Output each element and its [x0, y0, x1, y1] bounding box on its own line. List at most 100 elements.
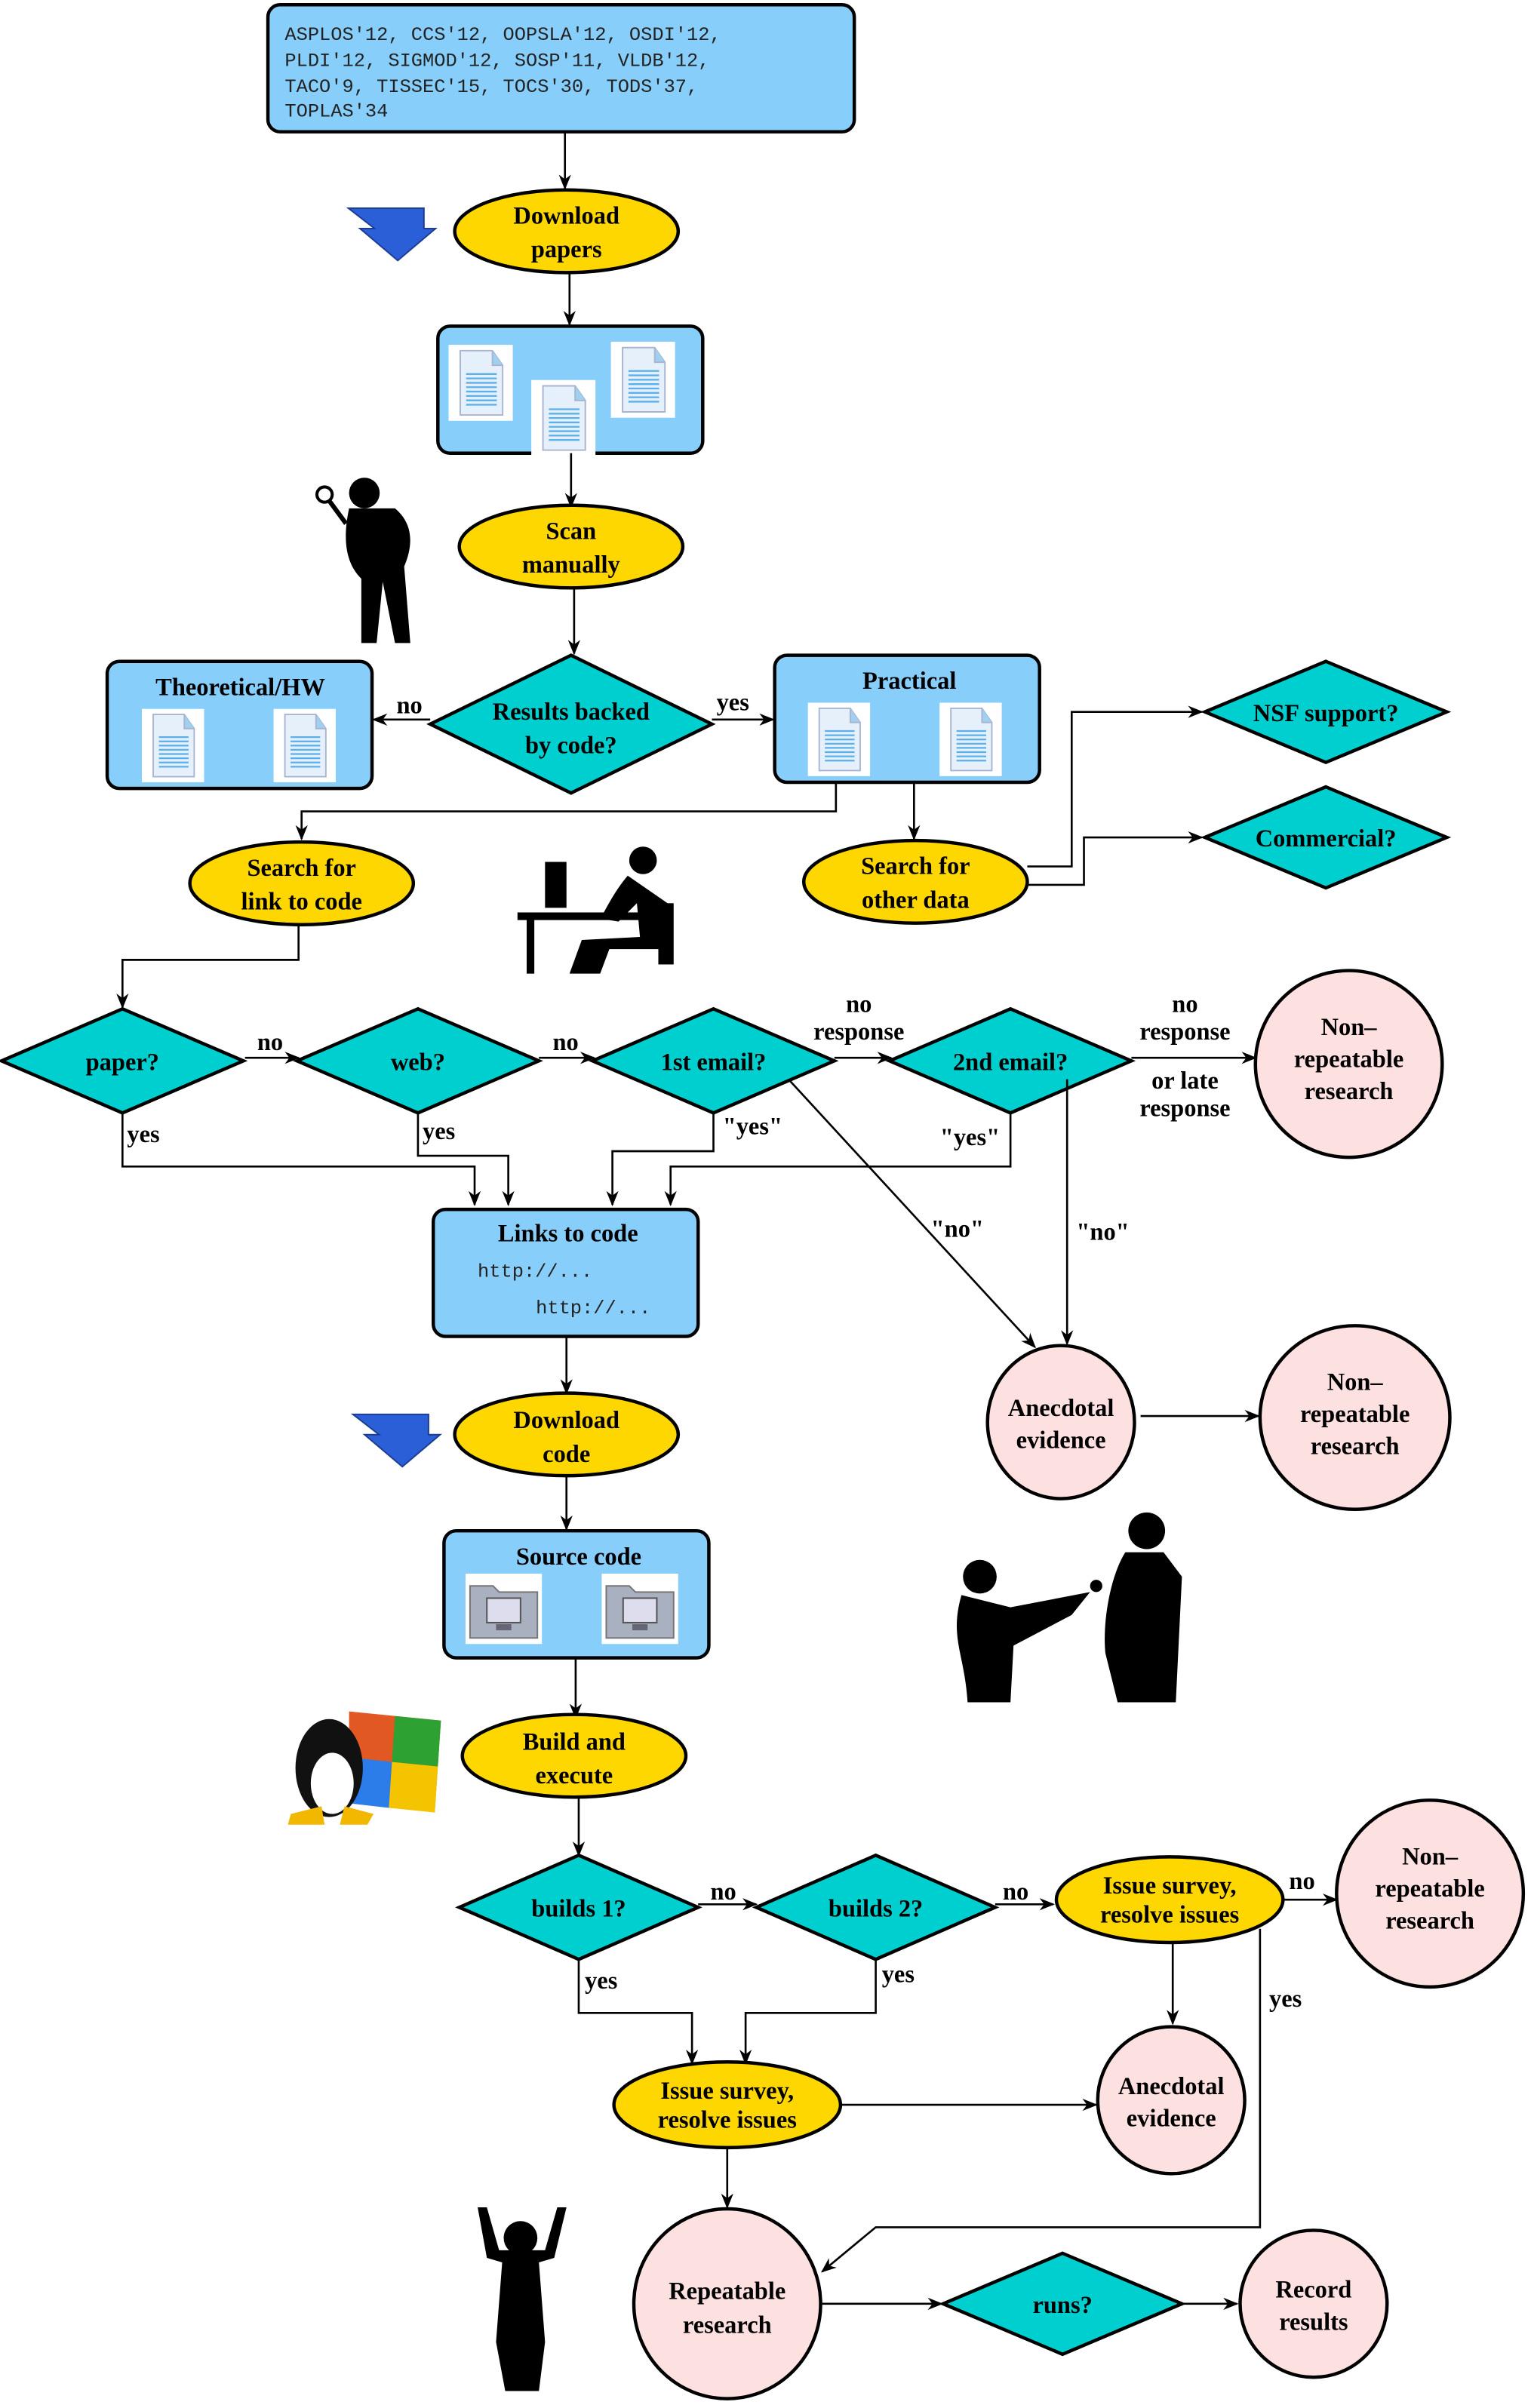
document-icon [610, 341, 675, 419]
papers-box [436, 324, 705, 456]
svg-text:Search for: Search for [247, 855, 356, 882]
edge-label-late-response: response [1139, 1095, 1230, 1122]
edge-label-yes: yes [1269, 1986, 1302, 2013]
commercial-decision: Commercial? [1201, 785, 1452, 890]
edge-label-late-response: or late [1151, 1067, 1219, 1095]
nsf-decision: NSF support? [1201, 659, 1452, 765]
folder-icon [465, 1574, 543, 1645]
document-icon [272, 708, 337, 783]
svg-text:Theoretical/HW: Theoretical/HW [155, 674, 325, 701]
edge-label-no: no [257, 1029, 283, 1056]
svg-text:link to code: link to code [241, 888, 361, 915]
folder-icon [601, 1574, 678, 1645]
svg-text:results: results [1279, 2308, 1348, 2336]
download-papers-node: Download papers [453, 188, 681, 275]
theoretical-box: Theoretical/HW [105, 659, 374, 791]
svg-text:Issue survey,: Issue survey, [1103, 1872, 1237, 1900]
edge-label-yes: yes [882, 1961, 915, 1989]
edge-label-no: no [710, 1878, 736, 1906]
edge-label-no-response: no [846, 991, 872, 1018]
svg-text:Practical: Practical [862, 668, 956, 695]
svg-text:Anecdotal: Anecdotal [1118, 2073, 1225, 2100]
svg-text:Scan: Scan [546, 518, 596, 545]
search-link-node: Search for link to code [188, 840, 416, 926]
practical-box: Practical [773, 653, 1041, 785]
links-box: Links to code http://... http://... [431, 1207, 700, 1338]
edge-label-quoted-no: "no" [931, 1216, 984, 1243]
svg-text:papers: papers [531, 236, 602, 263]
interview-silhouette [957, 1512, 1182, 1703]
anecdotal-node: Anecdotal evidence [1096, 2025, 1247, 2176]
svg-text:Non–: Non– [1321, 1014, 1378, 1041]
paper-decision: paper? [0, 1006, 248, 1115]
builds2-decision: builds 2? [752, 1853, 1000, 1961]
document-icon [807, 702, 872, 776]
svg-text:web?: web? [391, 1049, 445, 1076]
search-other-node: Search for other data [801, 838, 1029, 925]
svg-text:builds 2?: builds 2? [829, 1895, 923, 1922]
svg-text:Links to code: Links to code [498, 1221, 638, 1248]
svg-text:runs?: runs? [1032, 2292, 1092, 2319]
email2-decision: 2nd email? [885, 1006, 1136, 1115]
svg-text:Source code: Source code [516, 1543, 641, 1571]
svg-text:repeatable: repeatable [1294, 1046, 1403, 1073]
svg-text:research: research [1305, 1078, 1394, 1105]
document-icon [448, 344, 513, 422]
nonrepeatable-node: Non– repeatable research [1258, 1324, 1452, 1512]
svg-text:Anecdotal: Anecdotal [1008, 1395, 1114, 1422]
svg-text:http://...: http://... [478, 1261, 592, 1282]
repeatable-research-node: Repeatable research [632, 2207, 822, 2400]
edge-label-no-response: response [813, 1018, 904, 1046]
edge-label-quoted-yes: "yes" [723, 1113, 782, 1141]
svg-text:builds 1?: builds 1? [531, 1895, 626, 1922]
edge-label-no: no [397, 693, 423, 720]
document-icon [939, 702, 1003, 776]
desk-worker-silhouette [517, 846, 674, 974]
document-icon [140, 708, 205, 783]
svg-text:http://...: http://... [536, 1298, 650, 1319]
svg-text:code: code [543, 1441, 590, 1468]
edge-label-no: no [552, 1029, 578, 1056]
edge-label-yes: yes [717, 690, 749, 717]
issue-survey-node: Issue survey, resolve issues [612, 2060, 843, 2150]
scan-manually-node: Scan manually [457, 503, 685, 590]
svg-text:Issue survey,: Issue survey, [660, 2078, 794, 2105]
flowchart: ASPLOS'12, CCS'12, OOPSLA'12, OSDI'12, P… [0, 3, 1526, 2400]
edge-label-no: no [1289, 1868, 1314, 1895]
researcher-magnifier-silhouette [315, 478, 410, 643]
edge-label-no-response: response [1139, 1018, 1230, 1046]
svg-text:Record: Record [1275, 2277, 1351, 2304]
edge-label-quoted-no: "no" [1076, 1219, 1129, 1246]
svg-text:other data: other data [862, 886, 970, 914]
svg-text:evidence: evidence [1016, 1427, 1106, 1454]
svg-text:repeatable: repeatable [1300, 1401, 1410, 1428]
cheering-silhouette [478, 2207, 567, 2391]
svg-text:2nd email?: 2nd email? [953, 1049, 1068, 1076]
svg-text:resolve issues: resolve issues [658, 2107, 797, 2134]
venue-line: TOPLAS'34 [284, 100, 388, 122]
web-decision: web? [292, 1006, 543, 1115]
svg-text:by code?: by code? [525, 732, 617, 759]
linux-windows-icon [287, 1711, 441, 1825]
build-execute-node: Build and execute [460, 1712, 688, 1799]
email1-decision: 1st email? [588, 1006, 839, 1115]
svg-text:1st email?: 1st email? [661, 1049, 767, 1076]
venues-box: ASPLOS'12, CCS'12, OOPSLA'12, OSDI'12, P… [266, 3, 856, 134]
svg-text:research: research [1311, 1433, 1400, 1460]
svg-text:Search for: Search for [861, 853, 970, 880]
nonrepeatable-node: Non– repeatable research [1335, 1798, 1526, 1989]
download-arrow-icon [352, 1413, 441, 1468]
results-backed-decision: Results backed by code? [426, 653, 716, 795]
venue-line: TACO'9, TISSEC'15, TOCS'30, TODS'37, [284, 76, 698, 98]
svg-text:Results backed: Results backed [493, 699, 650, 726]
svg-text:Repeatable: Repeatable [669, 2278, 785, 2305]
issue-survey-node: Issue survey, resolve issues [1054, 1855, 1285, 1945]
download-arrow-icon [347, 207, 437, 262]
document-icon [531, 379, 596, 456]
svg-text:repeatable: repeatable [1375, 1875, 1484, 1903]
runs-decision: runs? [939, 2251, 1187, 2357]
edge-label-quoted-yes: "yes" [940, 1124, 1000, 1151]
edge-label-yes: yes [127, 1121, 159, 1148]
download-code-node: Download code [453, 1391, 681, 1478]
venue-line: ASPLOS'12, CCS'12, OOPSLA'12, OSDI'12, [284, 24, 721, 46]
